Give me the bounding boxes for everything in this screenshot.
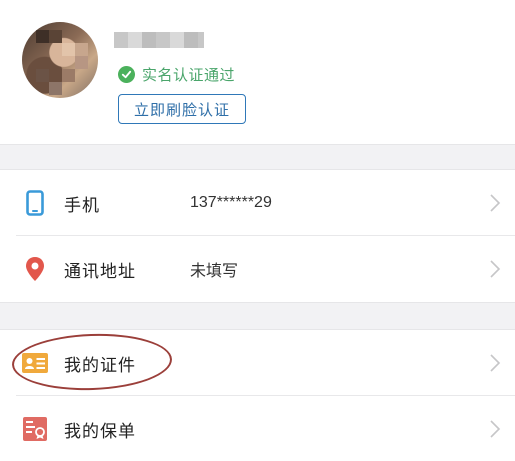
section-divider — [0, 144, 515, 170]
chevron-right-icon — [490, 194, 501, 212]
row-my-policies[interactable]: 我的保单 — [0, 396, 515, 461]
chevron-right-icon — [490, 420, 501, 438]
profile-header: 实名认证通过 立即刷脸认证 — [0, 0, 515, 144]
verified-label: 实名认证通过 — [142, 67, 236, 84]
row-phone[interactable]: 手机 137******29 — [0, 170, 515, 236]
location-pin-icon — [22, 256, 48, 282]
chevron-right-icon — [490, 354, 501, 372]
avatar[interactable] — [22, 22, 98, 98]
check-circle-icon — [118, 66, 135, 83]
row-address[interactable]: 通讯地址 未填写 — [0, 236, 515, 302]
address-value: 未填写 — [190, 263, 239, 280]
policies-label: 我的保单 — [64, 421, 136, 441]
chevron-right-icon — [490, 260, 501, 278]
phone-value: 137******29 — [190, 194, 272, 211]
section-divider — [0, 302, 515, 330]
face-verify-button[interactable]: 立即刷脸认证 — [118, 94, 246, 124]
masked-username — [114, 32, 204, 48]
verification-status: 实名认证通过 — [118, 64, 235, 85]
phone-label: 手机 — [64, 195, 100, 215]
policy-document-icon — [22, 416, 48, 442]
phone-icon — [22, 190, 48, 216]
address-label: 通讯地址 — [64, 261, 136, 281]
